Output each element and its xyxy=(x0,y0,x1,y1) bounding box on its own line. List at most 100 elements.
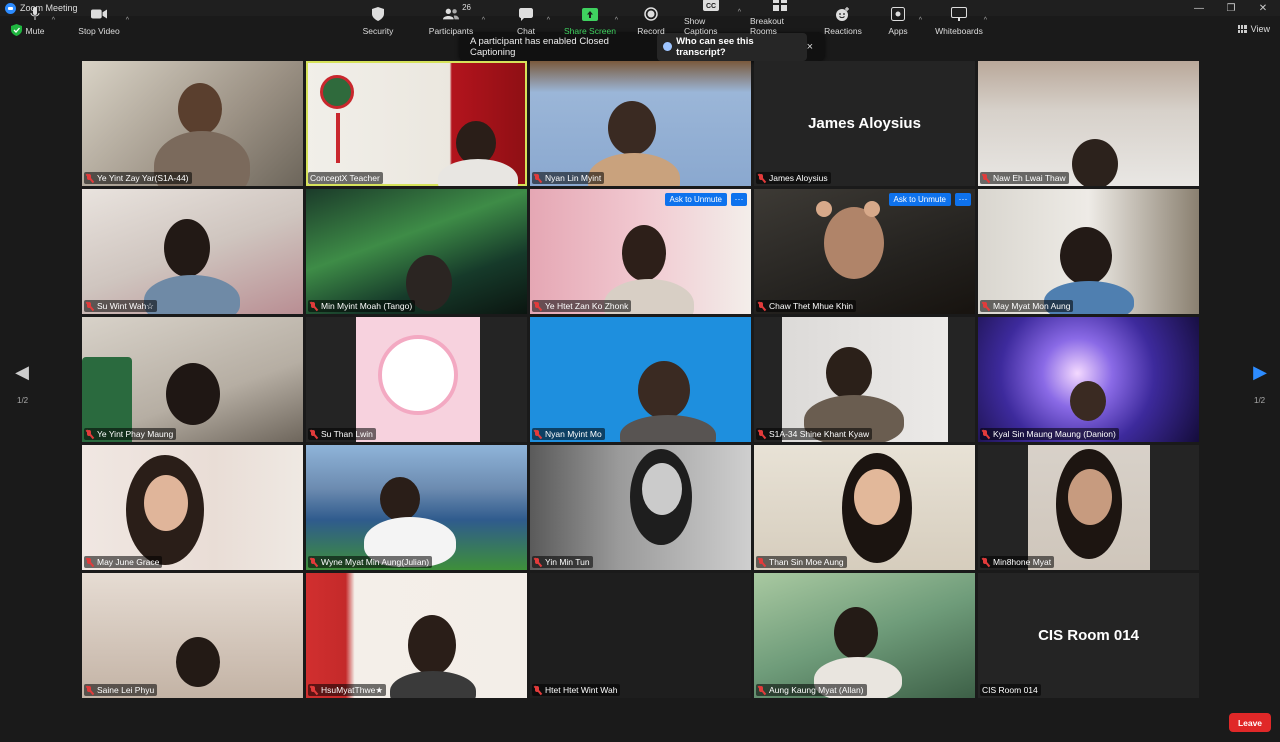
participant-name: HsuMyatThwe★ xyxy=(308,684,386,696)
record-icon xyxy=(643,7,659,21)
participant-tile[interactable]: Aung Kaung Myat (Allan) xyxy=(754,573,975,698)
chevron-up-icon[interactable]: ^ xyxy=(547,17,550,24)
participant-tile[interactable]: Min Myint Moah (Tango) xyxy=(306,189,527,314)
participants-button[interactable]: 26 ^ Participants xyxy=(428,0,485,40)
participant-tile[interactable]: May June Grace xyxy=(82,445,303,570)
encryption-shield-icon[interactable] xyxy=(11,24,22,36)
participant-name: Ye Htet Zan Ko Zhonk xyxy=(532,300,632,312)
zoom-logo-icon xyxy=(5,2,16,14)
participant-tile-video-off[interactable]: CIS Room 014 CIS Room 014 xyxy=(978,573,1199,698)
svg-text:CC: CC xyxy=(706,3,716,10)
participant-tile[interactable]: Ye Yint Zay Yar(S1A-44) xyxy=(82,61,303,186)
participant-tile-active-speaker[interactable]: ConceptX Teacher xyxy=(306,61,527,186)
meeting-toolbar xyxy=(0,702,1280,742)
participant-tile[interactable]: Su Wint Wah☆ xyxy=(82,189,303,314)
security-button[interactable]: Security xyxy=(360,0,396,40)
participant-tile[interactable]: Than Sin Moe Aung xyxy=(754,445,975,570)
mute-button[interactable]: ^ Mute xyxy=(22,0,55,40)
participant-tile[interactable]: Min8hone Myat xyxy=(978,445,1199,570)
participant-tile[interactable]: Nyan Myint Mo xyxy=(530,317,751,442)
ask-to-unmute-button[interactable]: Ask to Unmute xyxy=(664,193,727,206)
ask-to-unmute-button[interactable]: Ask to Unmute xyxy=(888,193,951,206)
participant-tile[interactable]: Nyan Lin Myint xyxy=(530,61,751,186)
muted-mic-icon xyxy=(310,301,317,311)
participant-name: Nyan Myint Mo xyxy=(532,428,605,440)
muted-mic-icon xyxy=(86,429,93,439)
share-screen-button[interactable]: ^ Share Screen xyxy=(564,0,618,40)
maximize-button[interactable]: ❐ xyxy=(1214,0,1248,16)
participant-tile[interactable]: HsuMyatThwe★ xyxy=(306,573,527,698)
participant-tile-video-off[interactable]: Htet Htet Wint Wah xyxy=(530,573,751,698)
muted-mic-icon xyxy=(534,173,541,183)
smiley-plus-icon xyxy=(835,7,851,21)
participant-tile-video-off[interactable]: James Aloysius James Aloysius xyxy=(754,61,975,186)
muted-mic-icon xyxy=(310,685,317,695)
muted-mic-icon xyxy=(758,557,765,567)
chevron-up-icon[interactable]: ^ xyxy=(919,17,922,24)
participants-count: 26 xyxy=(462,3,471,12)
participant-name: May Myat Mon Aung xyxy=(980,300,1074,312)
participant-name: Saine Lei Phyu xyxy=(84,684,158,696)
closed-captions-icon: CC ^ xyxy=(703,0,741,16)
muted-mic-icon xyxy=(86,685,93,695)
whiteboards-button[interactable]: ^ Whiteboards xyxy=(934,0,987,40)
muted-mic-icon xyxy=(86,557,93,567)
participant-tile[interactable]: Yin Min Tun xyxy=(530,445,751,570)
muted-mic-icon xyxy=(758,429,765,439)
leave-button[interactable]: Leave xyxy=(1229,713,1271,732)
notification-message: A participant has enabled Closed Caption… xyxy=(470,35,609,58)
chevron-up-icon[interactable]: ^ xyxy=(482,17,485,24)
participant-name: Naw Eh Lwai Thaw xyxy=(980,172,1069,184)
participant-name: Nyan Lin Myint xyxy=(532,172,605,184)
participant-tile[interactable]: Kyal Sin Maung Maung (Danion) xyxy=(978,317,1199,442)
close-window-button[interactable]: ✕ xyxy=(1246,0,1280,16)
close-notification-button[interactable]: × xyxy=(807,41,813,53)
record-button[interactable]: Record xyxy=(634,0,668,40)
next-page-arrow-icon[interactable]: ▶ xyxy=(1252,362,1268,383)
participants-icon: 26 ^ xyxy=(443,3,485,24)
participant-tile[interactable]: Wyne Myat Min Aung(Julian) xyxy=(306,445,527,570)
muted-mic-icon xyxy=(534,557,541,567)
previous-page-arrow-icon[interactable]: ◀ xyxy=(14,362,30,383)
more-options-button[interactable]: ··· xyxy=(731,193,747,206)
show-captions-button[interactable]: CC ^ Show Captions xyxy=(684,0,741,40)
participant-name: S1A-34 Shine Khant Kyaw xyxy=(756,428,873,440)
minimize-button[interactable]: — xyxy=(1182,0,1216,16)
participant-name: Kyal Sin Maung Maung (Danion) xyxy=(980,428,1119,440)
participant-tile[interactable]: May Myat Mon Aung xyxy=(978,189,1199,314)
muted-mic-icon xyxy=(534,429,541,439)
participant-name: James Aloysius xyxy=(756,172,831,184)
participant-name: Ye Yint Zay Yar(S1A-44) xyxy=(84,172,192,184)
chevron-up-icon[interactable]: ^ xyxy=(615,17,618,24)
whiteboard-icon: ^ xyxy=(951,7,987,24)
chevron-up-icon[interactable]: ^ xyxy=(126,17,129,24)
participant-tile[interactable]: Saine Lei Phyu xyxy=(82,573,303,698)
participant-tile[interactable]: Ask to Unmute ··· Ye Htet Zan Ko Zhonk xyxy=(530,189,751,314)
breakout-rooms-button[interactable]: Breakout Rooms xyxy=(750,0,810,40)
participant-tile[interactable]: Ye Yint Phay Maung xyxy=(82,317,303,442)
participant-name: CIS Room 014 xyxy=(980,684,1041,696)
muted-mic-icon xyxy=(534,301,541,311)
video-camera-icon: ^ xyxy=(91,7,129,24)
participant-name: Yin Min Tun xyxy=(532,556,593,568)
participant-tile[interactable]: Su Than Lwin xyxy=(306,317,527,442)
reactions-button[interactable]: Reactions xyxy=(824,0,862,40)
participant-display-name: CIS Room 014 xyxy=(1038,627,1139,644)
microphone-icon: ^ xyxy=(27,7,55,24)
chevron-up-icon[interactable]: ^ xyxy=(738,9,741,16)
view-button[interactable]: View xyxy=(1237,24,1270,34)
participant-tile[interactable]: Ask to Unmute ··· Chaw Thet Mhue Khin xyxy=(754,189,975,314)
participant-name: May June Grace xyxy=(84,556,163,568)
chat-bubble-icon: ^ xyxy=(518,7,550,24)
participant-tile[interactable]: Naw Eh Lwai Thaw xyxy=(978,61,1199,186)
muted-mic-icon xyxy=(758,685,765,695)
apps-button[interactable]: ^ Apps xyxy=(884,0,922,40)
participant-name: Chaw Thet Mhue Khin xyxy=(756,300,856,312)
chevron-up-icon[interactable]: ^ xyxy=(984,17,987,24)
participant-name: Htet Htet Wint Wah xyxy=(532,684,621,696)
stop-video-button[interactable]: ^ Stop Video xyxy=(76,0,129,40)
more-options-button[interactable]: ··· xyxy=(955,193,971,206)
chat-button[interactable]: ^ Chat xyxy=(510,0,550,40)
chevron-up-icon[interactable]: ^ xyxy=(52,17,55,24)
participant-tile[interactable]: S1A-34 Shine Khant Kyaw xyxy=(754,317,975,442)
